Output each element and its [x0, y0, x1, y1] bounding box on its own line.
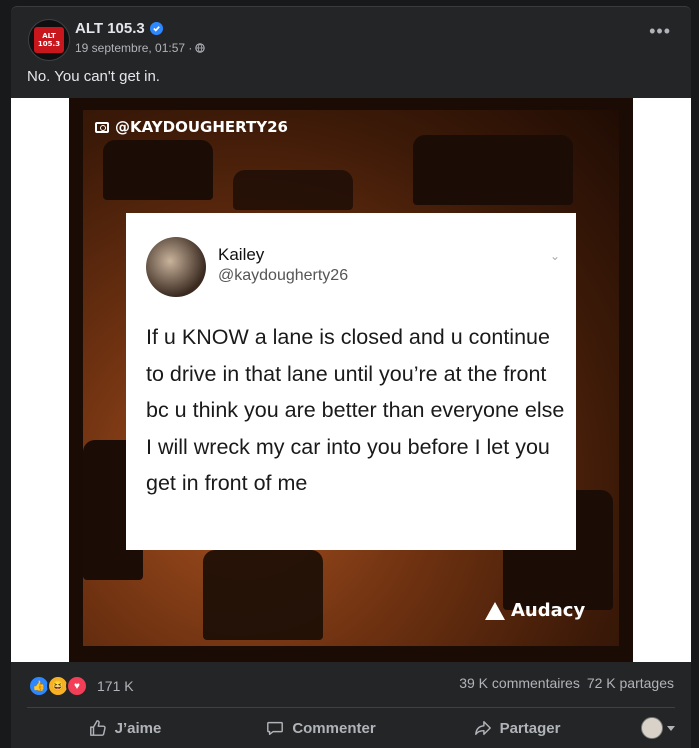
- page-avatar[interactable]: ALT 105.3: [28, 19, 70, 61]
- audacy-watermark: Audacy: [485, 600, 585, 621]
- more-options-icon[interactable]: •••: [649, 22, 671, 40]
- comment-button[interactable]: Commenter: [223, 719, 419, 737]
- shares-count[interactable]: 72 K partages: [587, 675, 674, 691]
- car-shape: [103, 140, 213, 200]
- audacy-logo-icon: [485, 601, 505, 620]
- like-label: J’aime: [114, 719, 162, 737]
- logo-text-top: ALT: [42, 32, 56, 40]
- engagement-stats: 39 K commentaires 72 K partages: [459, 675, 674, 691]
- thumbs-up-icon: [89, 720, 106, 736]
- page-name-row: ALT 105.3: [75, 20, 163, 37]
- comment-icon: [267, 721, 284, 736]
- logo-text-bottom: 105.3: [37, 40, 61, 48]
- reaction-count: 171 K: [97, 678, 134, 694]
- post-photo: @KAYDOUGHERTY26 Kailey @kaydougherty26 ⌄…: [69, 98, 633, 662]
- chevron-down-icon: ⌄: [549, 249, 560, 263]
- camera-icon: [95, 121, 109, 133]
- page-logo: ALT 105.3: [34, 27, 64, 53]
- tweet-avatar: [146, 237, 206, 297]
- car-shape: [233, 170, 353, 210]
- comments-count[interactable]: 39 K commentaires: [459, 675, 580, 691]
- post-meta: 19 septembre, 01:57 ·: [75, 41, 206, 55]
- share-button[interactable]: Partager: [419, 719, 615, 737]
- viewer-avatar: [641, 717, 663, 739]
- car-shape: [413, 135, 573, 205]
- divider: [27, 707, 675, 708]
- caret-down-icon: [667, 725, 675, 731]
- share-label: Partager: [499, 719, 561, 737]
- instagram-handle-text: @KAYDOUGHERTY26: [115, 118, 288, 136]
- tweet-name: Kailey: [218, 245, 265, 264]
- tweet-text: If u KNOW a lane is closed and u continu…: [146, 325, 565, 495]
- audacy-text: Audacy: [511, 600, 586, 621]
- post-timestamp[interactable]: 19 septembre, 01:57 ·: [75, 41, 192, 55]
- like-button[interactable]: J’aime: [27, 719, 223, 737]
- tweet-handle: @kaydougherty26: [218, 267, 349, 284]
- post-caption: No. You can't get in.: [27, 68, 160, 85]
- car-shape: [203, 550, 323, 640]
- verified-icon: [149, 22, 163, 35]
- share-icon: [474, 720, 491, 736]
- reactions-summary[interactable]: 👍 😆 ♥ 171 K: [28, 675, 134, 697]
- tweet-card: Kailey @kaydougherty26 ⌄ If u KNOW a lan…: [126, 213, 576, 550]
- globe-icon: [195, 43, 206, 53]
- comment-label: Commenter: [292, 719, 376, 737]
- action-bar: J’aime Commenter Partager: [27, 710, 675, 746]
- post-media[interactable]: @KAYDOUGHERTY26 Kailey @kaydougherty26 ⌄…: [11, 98, 691, 662]
- love-reaction-icon: ♥: [66, 675, 88, 697]
- audience-selector[interactable]: [615, 717, 675, 739]
- page-name[interactable]: ALT 105.3: [75, 20, 145, 37]
- post-card: ALT 105.3 ALT 105.3 19 septembre, 01:57 …: [11, 6, 691, 748]
- instagram-handle: @KAYDOUGHERTY26: [95, 118, 288, 136]
